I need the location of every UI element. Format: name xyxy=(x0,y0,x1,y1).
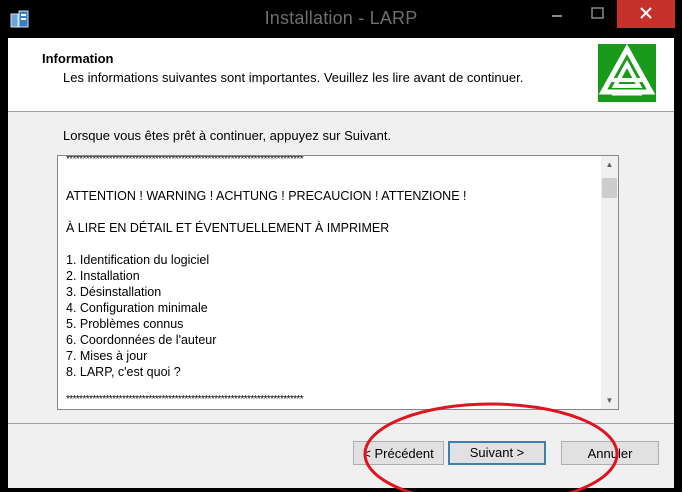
close-icon xyxy=(640,7,652,19)
title-bar: Installation - LARP xyxy=(0,0,682,38)
page-subtitle: Les informations suivantes sont importan… xyxy=(63,70,524,85)
memo-line: 3. Désinstallation xyxy=(66,285,162,299)
scroll-down-icon[interactable]: ▼ xyxy=(601,392,618,409)
minimize-icon xyxy=(552,15,562,17)
memo-line xyxy=(66,236,586,252)
memo-line: 1. Identification du logiciel xyxy=(66,253,210,267)
memo-line: 2. Installation xyxy=(66,269,140,283)
memo-line: 4. Configuration minimale xyxy=(66,301,208,315)
larp-logo xyxy=(598,44,656,102)
next-button[interactable]: Suivant > xyxy=(448,441,546,465)
previous-button[interactable]: < Précédent xyxy=(353,441,444,465)
memo-line: 8. LARP, c'est quoi ? xyxy=(66,365,181,379)
memo-scrollbar[interactable]: ▲ ▼ xyxy=(601,156,618,409)
memo-line: À LIRE EN DÉTAIL ET ÉVENTUELLEMENT À IMP… xyxy=(66,221,390,235)
maximize-button[interactable] xyxy=(578,0,616,28)
memo-line: 6. Coordonnées de l'auteur xyxy=(66,333,217,347)
information-memo[interactable]: ****************************************… xyxy=(57,155,619,410)
memo-line: 5. Problèmes connus xyxy=(66,317,184,331)
button-separator xyxy=(8,423,674,424)
memo-line: ****************************************… xyxy=(66,394,304,405)
memo-line: ATTENTION ! WARNING ! ACHTUNG ! PRECAUCI… xyxy=(66,189,467,203)
scroll-thumb[interactable] xyxy=(602,178,617,198)
page-title: Information xyxy=(42,51,114,66)
instruction-text: Lorsque vous êtes prêt à continuer, appu… xyxy=(63,128,392,143)
memo-content: ****************************************… xyxy=(66,155,586,409)
memo-line xyxy=(66,172,586,188)
scroll-up-icon[interactable]: ▲ xyxy=(601,156,618,173)
installer-window: Information Les informations suivantes s… xyxy=(8,38,674,488)
memo-line: 7. Mises à jour xyxy=(66,349,148,363)
wizard-header: Information Les informations suivantes s… xyxy=(8,38,674,112)
memo-line: ****************************************… xyxy=(66,155,304,165)
maximize-icon xyxy=(591,7,604,19)
cancel-button[interactable]: Annuler xyxy=(561,441,659,465)
close-button[interactable] xyxy=(617,0,675,28)
minimize-button[interactable] xyxy=(538,0,576,28)
memo-line xyxy=(66,204,586,220)
